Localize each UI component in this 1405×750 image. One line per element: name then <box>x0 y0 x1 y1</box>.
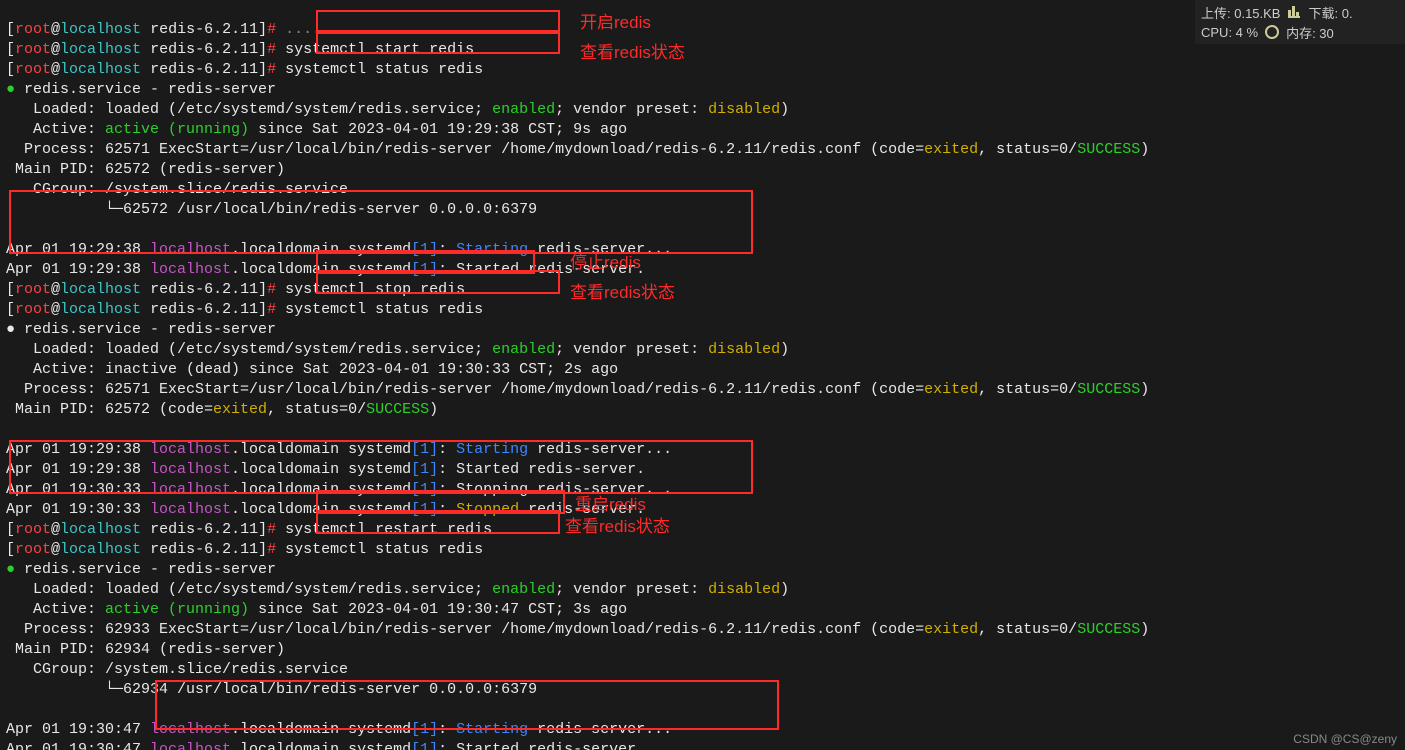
line: ● redis.service - redis-server <box>6 321 276 338</box>
line: Process: 62571 ExecStart=/usr/local/bin/… <box>6 141 1149 158</box>
line: └─62572 /usr/local/bin/redis-server 0.0.… <box>6 201 537 218</box>
cpu-icon <box>1264 24 1280 40</box>
line: Apr 01 19:30:33 localhost.localdomain sy… <box>6 481 672 498</box>
line: [root@localhost redis-6.2.11]# .........… <box>6 21 510 38</box>
chart-icon <box>1286 4 1302 20</box>
line: Active: inactive (dead) since Sat 2023-0… <box>6 361 618 378</box>
line: Loaded: loaded (/etc/systemd/system/redi… <box>6 341 789 358</box>
line: Main PID: 62572 (redis-server) <box>6 161 285 178</box>
annotation-text: 查看redis状态 <box>565 512 670 537</box>
line: └─62934 /usr/local/bin/redis-server 0.0.… <box>6 681 537 698</box>
line: Loaded: loaded (/etc/systemd/system/redi… <box>6 101 789 118</box>
cpu-label: CPU: 4 % <box>1201 25 1258 40</box>
line: CGroup: /system.slice/redis.service <box>6 661 348 678</box>
line: ● redis.service - redis-server <box>6 561 276 578</box>
line: ● redis.service - redis-server <box>6 81 276 98</box>
download-label: 下载: 0. <box>1308 3 1352 22</box>
line: [root@localhost redis-6.2.11]# systemctl… <box>6 301 483 318</box>
line: Apr 01 19:29:38 localhost.localdomain sy… <box>6 441 672 458</box>
line: Apr 01 19:29:38 localhost.localdomain sy… <box>6 461 645 478</box>
line: Process: 62933 ExecStart=/usr/local/bin/… <box>6 621 1149 638</box>
line: [root@localhost redis-6.2.11]# systemctl… <box>6 521 492 538</box>
line: [root@localhost redis-6.2.11]# systemctl… <box>6 41 474 58</box>
line: CGroup: /system.slice/redis.service <box>6 181 348 198</box>
line: Active: active (running) since Sat 2023-… <box>6 601 627 618</box>
line <box>6 701 15 718</box>
line: Apr 01 19:30:33 localhost.localdomain sy… <box>6 501 645 518</box>
system-stats-overlay: 上传: 0.15.KB 下载: 0. CPU: 4 % 内存: 30 <box>1195 0 1405 44</box>
annotation-text: 查看redis状态 <box>580 38 685 63</box>
line: Main PID: 62572 (code=exited, status=0/S… <box>6 401 438 418</box>
line: Apr 01 19:29:38 localhost.localdomain sy… <box>6 261 645 278</box>
line: Main PID: 62934 (redis-server) <box>6 641 285 658</box>
line <box>6 221 15 238</box>
annotation-text: 开启redis <box>580 8 651 33</box>
line: [root@localhost redis-6.2.11]# systemctl… <box>6 541 483 558</box>
annotation-text: 查看redis状态 <box>570 278 675 303</box>
line: Process: 62571 ExecStart=/usr/local/bin/… <box>6 381 1149 398</box>
watermark: CSDN @CS@zeny <box>1293 732 1397 746</box>
annotation-text: 停止redis <box>570 248 641 273</box>
terminal-output[interactable]: [root@localhost redis-6.2.11]# .........… <box>0 0 1405 750</box>
line: [root@localhost redis-6.2.11]# systemctl… <box>6 281 465 298</box>
line <box>6 421 15 438</box>
line: Apr 01 19:30:47 localhost.localdomain sy… <box>6 741 645 750</box>
line: Apr 01 19:30:47 localhost.localdomain sy… <box>6 721 672 738</box>
line: [root@localhost redis-6.2.11]# systemctl… <box>6 61 483 78</box>
line: Loaded: loaded (/etc/systemd/system/redi… <box>6 581 789 598</box>
upload-label: 上传: 0.15.KB <box>1201 3 1280 22</box>
line: Active: active (running) since Sat 2023-… <box>6 121 627 138</box>
mem-label: 内存: 30 <box>1286 23 1334 42</box>
